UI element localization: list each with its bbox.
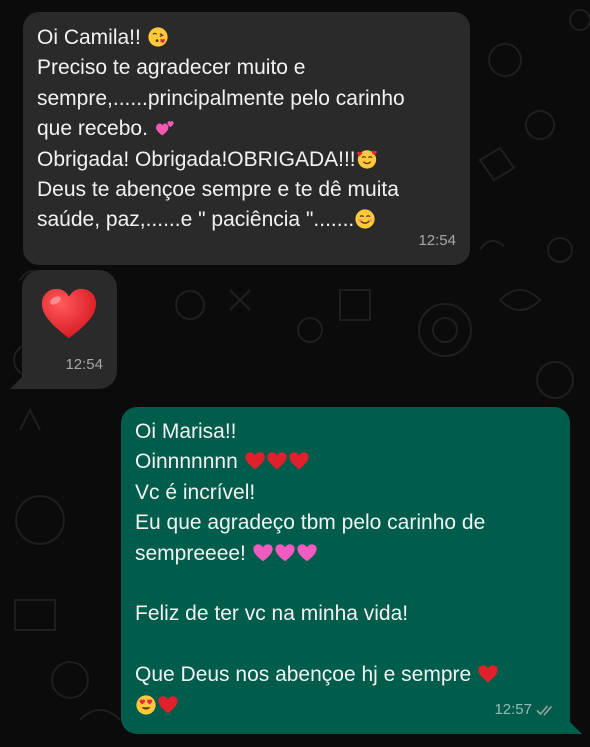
- face-blowing-kiss-icon: [147, 26, 169, 48]
- message-time: 12:54: [65, 355, 103, 373]
- red-heart-icon: [477, 663, 499, 685]
- message-time: 12:54: [418, 231, 456, 249]
- incoming-emoji-bubble[interactable]: 12:54: [10, 270, 117, 389]
- bubble-tail: [568, 720, 582, 734]
- message-meta: 12:54: [65, 350, 103, 380]
- pink-heart-icon: [296, 542, 318, 564]
- smiling-face-with-hearts-icon: [356, 148, 378, 170]
- message-time: 12:57: [494, 700, 532, 718]
- heart-eyes-icon: [135, 694, 157, 716]
- message-meta: 12:54: [418, 226, 456, 256]
- pink-heart-icon: [274, 542, 296, 564]
- pink-heart-icon: [252, 542, 274, 564]
- red-heart-icon: [244, 450, 266, 472]
- bubble-tail: [10, 375, 24, 389]
- incoming-message-bubble[interactable]: Oi Camila!! Preciso te agradecer muito e…: [23, 12, 470, 265]
- red-heart-icon: [288, 450, 310, 472]
- two-hearts-icon: [154, 117, 176, 139]
- message-text: Oi Camila!! Preciso te agradecer muito e…: [37, 26, 405, 232]
- read-receipt-icon: [536, 704, 556, 716]
- smiling-face-icon: [354, 208, 376, 230]
- outgoing-message-bubble[interactable]: Oi Marisa!! Oinnnnnnn Vc é incrível! Eu …: [121, 407, 582, 734]
- red-heart-icon: [266, 450, 288, 472]
- red-heart-icon: [41, 288, 97, 339]
- message-meta: 12:57: [494, 695, 556, 725]
- red-heart-icon: [157, 694, 179, 716]
- message-text: Oi Marisa!! Oinnnnnnn Vc é incrível! Eu …: [121, 407, 570, 721]
